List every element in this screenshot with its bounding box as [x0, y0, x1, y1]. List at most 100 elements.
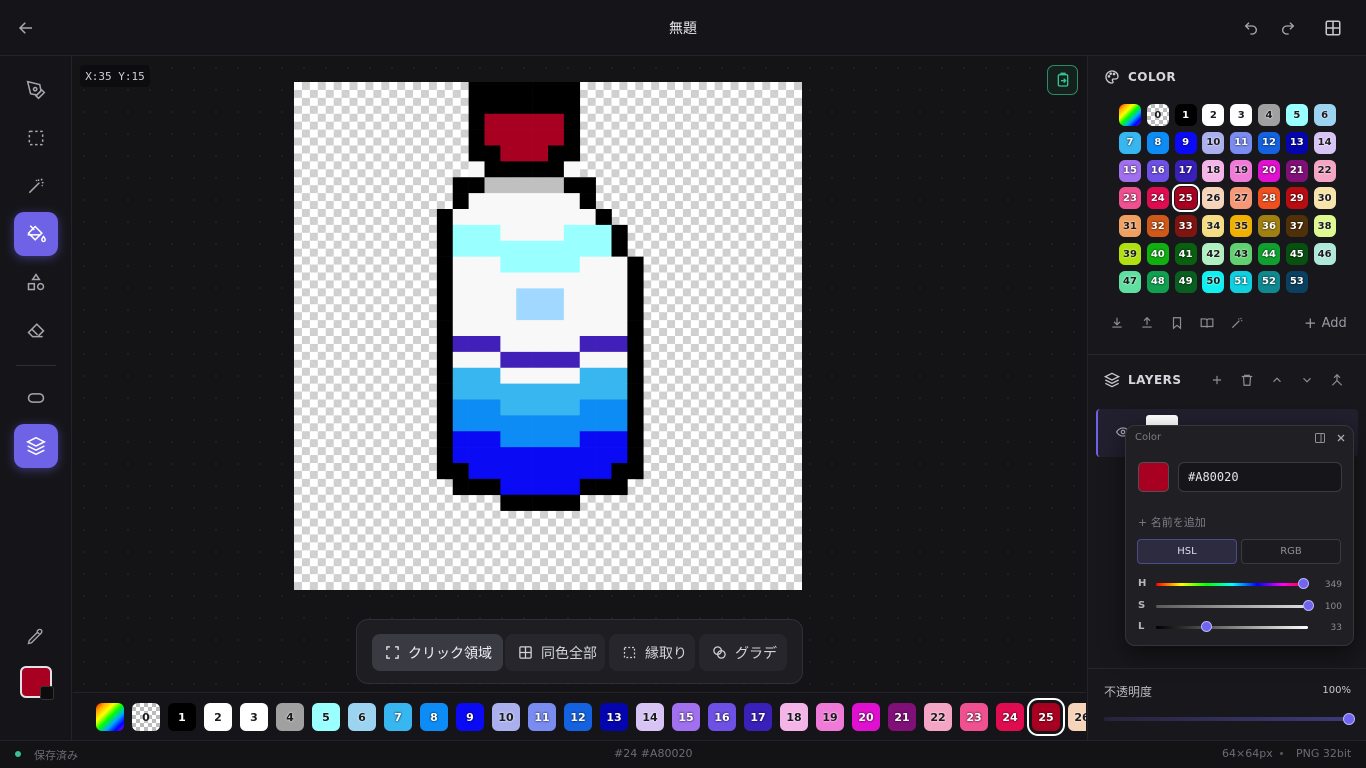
hue-slider[interactable] — [1156, 583, 1308, 586]
palette-swatch-29[interactable]: 29 — [1285, 187, 1308, 210]
add-name-button[interactable]: + 名前を追加 — [1138, 514, 1206, 530]
fill-tool[interactable] — [14, 212, 58, 256]
palette-swatch-8[interactable]: 8 — [420, 703, 448, 731]
palette-swatch-40[interactable]: 40 — [1146, 243, 1169, 265]
palette-swatch-27[interactable]: 27 — [1230, 187, 1253, 210]
palette-swatch-9[interactable]: 9 — [1174, 131, 1197, 154]
palette-swatch-15[interactable]: 15 — [1119, 159, 1141, 182]
palette-swatch-39[interactable]: 39 — [1119, 243, 1141, 265]
bookmark-palette-button[interactable] — [1167, 313, 1187, 333]
saturation-slider[interactable] — [1156, 605, 1308, 608]
palette-swatch-26[interactable]: 26 — [1068, 703, 1086, 731]
palette-swatch-9[interactable]: 9 — [456, 703, 484, 731]
rainbow-swatch-icon[interactable] — [1119, 104, 1141, 126]
palette-swatch-30[interactable]: 30 — [1313, 187, 1336, 210]
palette-swatch-18[interactable]: 18 — [1202, 159, 1225, 182]
hex-input[interactable]: #A80020 — [1178, 462, 1342, 492]
palette-swatch-17[interactable]: 17 — [744, 703, 772, 731]
palette-swatch-22[interactable]: 22 — [924, 703, 952, 731]
palette-swatch-12[interactable]: 12 — [1258, 131, 1280, 154]
fill-mode-outline[interactable]: 縁取り — [609, 634, 695, 671]
auto-palette-button[interactable] — [1227, 313, 1247, 333]
palette-swatch-7[interactable]: 7 — [1119, 131, 1141, 154]
palette-swatch-42[interactable]: 42 — [1202, 243, 1225, 265]
palette-swatch-26[interactable]: 26 — [1202, 187, 1225, 210]
fill-mode-gradient[interactable]: グラデ — [699, 634, 787, 671]
palette-swatch-18[interactable]: 18 — [780, 703, 808, 731]
palette-swatch-22[interactable]: 22 — [1313, 159, 1336, 182]
palette-swatch-44[interactable]: 44 — [1258, 243, 1280, 265]
palette-swatch-3[interactable]: 3 — [1230, 104, 1253, 126]
palette-swatch-12[interactable]: 12 — [564, 703, 592, 731]
rainbow-swatch-icon[interactable] — [96, 703, 124, 731]
palette-swatch-19[interactable]: 19 — [816, 703, 844, 731]
export-button[interactable] — [1047, 65, 1078, 95]
lightness-slider[interactable] — [1156, 626, 1308, 629]
palette-swatch-11[interactable]: 11 — [528, 703, 556, 731]
select-tool[interactable] — [14, 116, 58, 160]
add-layer-button[interactable] — [1207, 370, 1227, 390]
palette-swatch-10[interactable]: 10 — [492, 703, 520, 731]
lightness-slider-knob[interactable] — [1200, 621, 1212, 632]
hsl-mode-button[interactable]: HSL — [1137, 539, 1237, 564]
palette-swatch-5[interactable]: 5 — [312, 703, 340, 731]
layers-tool[interactable] — [14, 424, 58, 468]
palette-swatch-31[interactable]: 31 — [1119, 215, 1141, 238]
upload-palette-button[interactable] — [1137, 313, 1157, 333]
palette-swatch-4[interactable]: 4 — [1258, 104, 1280, 126]
palette-swatch-24[interactable]: 24 — [1146, 187, 1169, 210]
rgb-mode-button[interactable]: RGB — [1241, 539, 1341, 564]
ellipse-tool[interactable] — [14, 376, 58, 420]
fill-mode-click-area[interactable]: クリック領域 — [372, 634, 503, 671]
undo-icon[interactable] — [1239, 16, 1263, 40]
redo-icon[interactable] — [1276, 16, 1300, 40]
opacity-slider-knob[interactable] — [1343, 713, 1355, 725]
palette-library-button[interactable] — [1197, 313, 1217, 333]
palette-swatch-10[interactable]: 10 — [1202, 131, 1225, 154]
eyedropper-tool[interactable] — [14, 614, 58, 658]
pixel-canvas[interactable] — [294, 82, 802, 590]
palette-swatch-4[interactable]: 4 — [276, 703, 304, 731]
delete-layer-button[interactable] — [1237, 370, 1257, 390]
secondary-color-swatch[interactable] — [40, 686, 54, 700]
palette-swatch-20[interactable]: 20 — [852, 703, 880, 731]
palette-swatch-1[interactable]: 1 — [168, 703, 196, 731]
palette-swatch-24[interactable]: 24 — [996, 703, 1024, 731]
palette-swatch-20[interactable]: 20 — [1258, 159, 1280, 182]
magic-wand-tool[interactable] — [14, 164, 58, 208]
palette-swatch-0[interactable]: 0 — [1146, 104, 1169, 126]
palette-swatch-32[interactable]: 32 — [1146, 215, 1169, 238]
palette-swatch-19[interactable]: 19 — [1230, 159, 1253, 182]
palette-swatch-36[interactable]: 36 — [1258, 215, 1280, 238]
palette-swatch-3[interactable]: 3 — [240, 703, 268, 731]
eraser-tool[interactable] — [14, 308, 58, 352]
palette-swatch-52[interactable]: 52 — [1258, 270, 1280, 293]
shapes-tool[interactable] — [14, 260, 58, 304]
pen-tool[interactable] — [14, 68, 58, 112]
palette-swatch-2[interactable]: 2 — [204, 703, 232, 731]
palette-swatch-23[interactable]: 23 — [1119, 187, 1141, 210]
palette-swatch-15[interactable]: 15 — [672, 703, 700, 731]
palette-swatch-17[interactable]: 17 — [1174, 159, 1197, 182]
palette-swatch-21[interactable]: 21 — [1285, 159, 1308, 182]
palette-swatch-13[interactable]: 13 — [1285, 131, 1308, 154]
palette-swatch-2[interactable]: 2 — [1202, 104, 1225, 126]
palette-swatch-53[interactable]: 53 — [1285, 270, 1308, 293]
palette-swatch-47[interactable]: 47 — [1119, 270, 1141, 293]
arrow-left-icon[interactable] — [14, 16, 38, 40]
palette-swatch-48[interactable]: 48 — [1146, 270, 1169, 293]
palette-swatch-23[interactable]: 23 — [960, 703, 988, 731]
palette-swatch-46[interactable]: 46 — [1313, 243, 1336, 265]
fill-mode-same-color[interactable]: 同色全部 — [505, 634, 605, 671]
palette-swatch-35[interactable]: 35 — [1230, 215, 1253, 238]
popup-color-preview[interactable] — [1138, 462, 1169, 492]
palette-swatch-16[interactable]: 16 — [708, 703, 736, 731]
palette-swatch-6[interactable]: 6 — [348, 703, 376, 731]
add-color-button[interactable]: + Add — [1304, 314, 1347, 332]
palette-swatch-21[interactable]: 21 — [888, 703, 916, 731]
palette-swatch-16[interactable]: 16 — [1146, 159, 1169, 182]
palette-swatch-0[interactable]: 0 — [132, 703, 160, 731]
palette-swatch-14[interactable]: 14 — [636, 703, 664, 731]
palette-swatch-14[interactable]: 14 — [1313, 131, 1336, 154]
palette-swatch-5[interactable]: 5 — [1285, 104, 1308, 126]
